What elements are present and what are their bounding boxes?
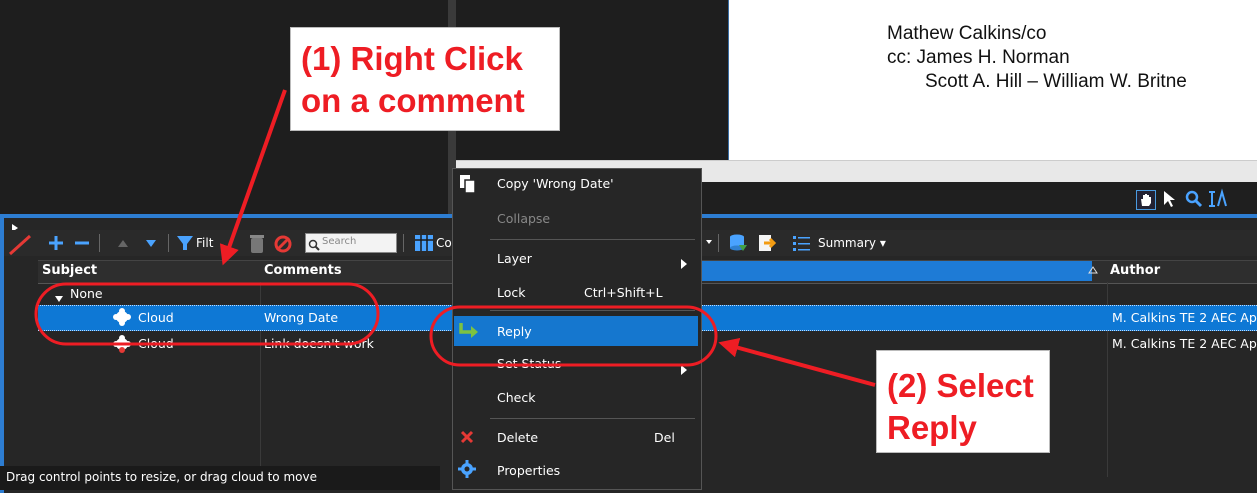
- toolbar-divider: [168, 234, 169, 252]
- status-text: Drag control points to resize, or drag c…: [6, 470, 317, 484]
- menu-item-copy[interactable]: Copy 'Wrong Date': [497, 176, 614, 191]
- select-arrow-icon[interactable]: [1162, 190, 1176, 212]
- column-header-author[interactable]: Author: [1110, 263, 1160, 278]
- menu-separator: [490, 239, 695, 240]
- summary-label: Summary: [818, 236, 876, 250]
- summary-list-icon[interactable]: [792, 233, 812, 253]
- menu-separator: [490, 310, 695, 311]
- row-author: M. Calkins TE 2 AEC Ap: [1112, 310, 1257, 325]
- filter-icon[interactable]: [176, 233, 194, 253]
- cloud-markup-icon: [112, 335, 132, 357]
- search-icon: [308, 236, 320, 255]
- chevron-down-icon: ▾: [879, 236, 886, 250]
- delete-x-icon: [460, 429, 474, 448]
- row-subject: Cloud: [138, 336, 174, 351]
- menu-item-properties[interactable]: Properties: [497, 463, 560, 478]
- clear-filter-icon[interactable]: [272, 233, 294, 253]
- copy-icon: [458, 174, 478, 198]
- move-down-icon[interactable]: [144, 233, 158, 253]
- remove-markup-icon[interactable]: [74, 233, 90, 253]
- sort-ascending-icon[interactable]: [1088, 264, 1098, 278]
- filter-label[interactable]: Filt: [196, 236, 213, 250]
- reply-arrow-icon: [458, 320, 480, 344]
- callout-text: (1) Right Click: [301, 40, 523, 77]
- callout-text: (2) Select: [887, 367, 1034, 404]
- document-line: Mathew Calkins/co: [887, 23, 1047, 44]
- pen-tool-icon[interactable]: [8, 234, 34, 260]
- row-comment: Wrong Date: [264, 310, 339, 325]
- columns-icon[interactable]: [414, 233, 434, 253]
- toolbar-divider: [403, 234, 404, 252]
- toolbar-divider: [99, 234, 100, 252]
- document-line: Scott A. Hill – William W. Britne: [925, 71, 1187, 92]
- cloud-markup-icon: [112, 308, 132, 330]
- menu-item-check[interactable]: Check: [497, 390, 535, 405]
- callout-text: Reply: [887, 409, 977, 446]
- menu-separator: [490, 418, 695, 419]
- group-label: None: [70, 286, 103, 301]
- toolbar-divider: [718, 234, 719, 252]
- zoom-icon[interactable]: [1184, 190, 1204, 212]
- menu-item-reply-highlight[interactable]: [454, 316, 698, 346]
- summary-dropdown[interactable]: Summary ▾: [818, 236, 886, 250]
- gear-icon: [457, 459, 477, 483]
- lock-shortcut: Ctrl+Shift+L: [584, 285, 663, 300]
- text-select-icon[interactable]: [1208, 188, 1228, 215]
- menu-item-layer[interactable]: Layer: [497, 251, 532, 266]
- callout-step-1: (1) Right Click on a comment: [290, 27, 560, 131]
- submenu-arrow-icon: [681, 360, 687, 379]
- menu-item-collapse[interactable]: Collapse: [497, 211, 550, 226]
- callout-step-2: (2) Select Reply: [876, 350, 1050, 453]
- callout-text: on a comment: [301, 82, 525, 119]
- trash-icon[interactable]: [248, 233, 266, 253]
- row-author: M. Calkins TE 2 AEC Ap: [1112, 336, 1257, 351]
- add-markup-icon[interactable]: [48, 233, 64, 253]
- export-icon[interactable]: [756, 233, 777, 253]
- column-header-comments[interactable]: Comments: [264, 263, 342, 278]
- search-placeholder: Search: [322, 236, 357, 247]
- delete-shortcut: Del: [654, 430, 675, 445]
- document-text: Mathew Calkins/co cc: James H. Norman Sc…: [887, 22, 1187, 94]
- chevron-down-icon[interactable]: [704, 236, 714, 251]
- panel-left-border: [0, 218, 4, 493]
- menu-item-delete[interactable]: Delete: [497, 430, 538, 445]
- menu-item-set-status[interactable]: Set Status: [497, 356, 561, 371]
- menu-item-reply[interactable]: Reply: [497, 324, 532, 339]
- database-icon[interactable]: [728, 233, 748, 253]
- move-up-icon[interactable]: [116, 233, 130, 253]
- columns-label[interactable]: Co: [436, 236, 452, 250]
- menu-item-lock[interactable]: Lock: [497, 285, 526, 300]
- header-sorted-column-bg: [700, 261, 1100, 281]
- column-header-subject[interactable]: Subject: [42, 263, 97, 278]
- row-subject: Cloud: [138, 310, 174, 325]
- row-comment: Link doesn't work: [264, 336, 374, 351]
- submenu-arrow-icon: [681, 254, 687, 273]
- pan-hand-tool-icon[interactable]: [1136, 190, 1156, 210]
- document-line: cc: James H. Norman: [887, 47, 1070, 68]
